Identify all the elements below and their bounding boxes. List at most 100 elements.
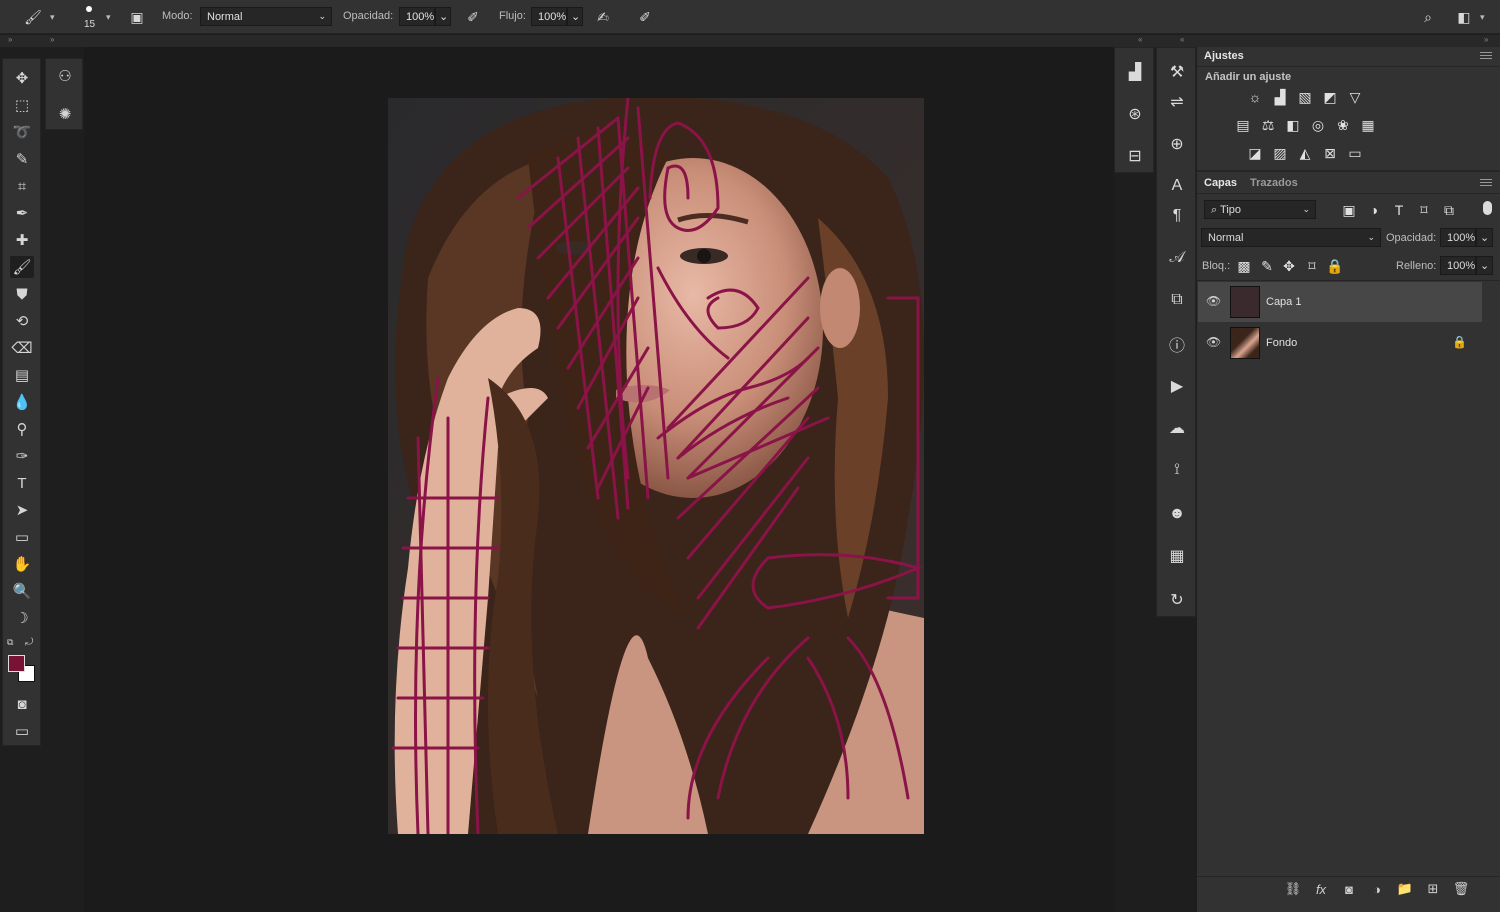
blur-tool-icon[interactable]: 💧 bbox=[10, 391, 34, 413]
channel-mixer-icon[interactable]: ❀ bbox=[1334, 117, 1352, 133]
mode-select[interactable]: Normal ⌄ bbox=[200, 7, 332, 26]
document-canvas[interactable] bbox=[388, 98, 924, 834]
timeline-icon[interactable]: ⟟ bbox=[1165, 458, 1189, 482]
navigator-icon[interactable]: ⊛ bbox=[1123, 102, 1147, 126]
chevron-down-icon[interactable]: ▾ bbox=[106, 12, 111, 23]
levels-icon[interactable]: ▟ bbox=[1271, 89, 1289, 105]
pen-tool-icon[interactable]: ✑ bbox=[10, 445, 34, 467]
hue-saturation-icon[interactable]: ▤ bbox=[1234, 117, 1252, 133]
move-tool-icon[interactable]: ✥ bbox=[10, 67, 34, 89]
pressure-size-icon[interactable]: ✐ bbox=[634, 6, 656, 28]
swap-colors-icon[interactable]: ⤾ bbox=[25, 637, 33, 648]
fill-dropdown[interactable]: ⌄ bbox=[1476, 256, 1493, 275]
swatches-icon[interactable]: ▦ bbox=[1165, 544, 1189, 568]
workspace-icon[interactable]: ◧ bbox=[1453, 6, 1475, 28]
filter-toggle-icon[interactable] bbox=[1483, 201, 1492, 215]
expand-icon[interactable]: » bbox=[50, 35, 54, 44]
black-white-icon[interactable]: ◧ bbox=[1284, 117, 1302, 133]
flow-input[interactable]: 100% bbox=[531, 7, 567, 26]
brush-dot-icon[interactable] bbox=[86, 6, 92, 12]
paragraph-icon[interactable]: ¶ bbox=[1165, 204, 1189, 228]
collapse-icon[interactable]: « bbox=[1138, 35, 1142, 44]
color-lookup-icon[interactable]: ▦ bbox=[1359, 117, 1377, 133]
type-tool-icon[interactable]: T bbox=[10, 472, 34, 494]
expand-icon[interactable]: » bbox=[1484, 35, 1488, 44]
add-mask-icon[interactable]: ◙ bbox=[1340, 880, 1358, 898]
foreground-color-swatch[interactable] bbox=[8, 655, 25, 672]
adjustments-tab[interactable]: Ajustes bbox=[1204, 50, 1244, 62]
search-icon[interactable]: ⌕ bbox=[1417, 6, 1439, 28]
layer-row-capa-1[interactable]: 👁 Capa 1 bbox=[1198, 282, 1482, 322]
fx-icon[interactable]: fx bbox=[1312, 880, 1330, 898]
visibility-eye-icon[interactable]: 👁 bbox=[1206, 294, 1221, 308]
dodge-tool-icon[interactable]: ⚲ bbox=[10, 418, 34, 440]
photo-filter-icon[interactable]: ◎ bbox=[1309, 117, 1327, 133]
color-balance-icon[interactable]: ⚖ bbox=[1259, 117, 1277, 133]
marquee-tool-icon[interactable]: ⬚ bbox=[10, 94, 34, 116]
chevron-down-icon[interactable]: ▾ bbox=[50, 12, 55, 23]
blend-icon[interactable]: ⚇ bbox=[53, 65, 77, 87]
layer-opacity-input[interactable]: 100% bbox=[1440, 228, 1476, 247]
brush-settings-icon[interactable]: ⇌ bbox=[1165, 90, 1189, 114]
link-layers-icon[interactable]: ⛓ bbox=[1284, 880, 1302, 898]
layer-name[interactable]: Capa 1 bbox=[1266, 296, 1301, 308]
layer-name[interactable]: Fondo bbox=[1266, 337, 1297, 349]
vibrance-icon[interactable]: ▽ bbox=[1346, 89, 1364, 105]
rectangle-tool-icon[interactable]: ▭ bbox=[10, 526, 34, 548]
panel-menu-icon[interactable] bbox=[1480, 179, 1492, 188]
quick-selection-tool-icon[interactable]: ✎ bbox=[10, 148, 34, 170]
puppet-warp-icon[interactable]: ✺ bbox=[53, 103, 77, 125]
panel-menu-icon[interactable] bbox=[1480, 52, 1492, 61]
filter-adjustment-icon[interactable]: ◑ bbox=[1365, 202, 1383, 218]
opacity-input[interactable]: 100% bbox=[399, 7, 435, 26]
airbrush-icon[interactable]: ✍ bbox=[592, 6, 614, 28]
quick-mask-icon[interactable]: ◙ bbox=[10, 693, 34, 715]
properties-icon[interactable]: ⊟ bbox=[1123, 144, 1147, 168]
new-layer-icon[interactable]: ⊞ bbox=[1424, 880, 1442, 898]
lock-position-icon[interactable]: ✥ bbox=[1280, 258, 1298, 274]
exposure-icon[interactable]: ◩ bbox=[1321, 89, 1339, 105]
blend-mode-select[interactable]: Normal ⌄ bbox=[1201, 228, 1381, 247]
histogram-icon[interactable]: ▟ bbox=[1123, 60, 1147, 84]
history-icon[interactable]: ↻ bbox=[1165, 588, 1189, 612]
libraries-icon[interactable]: ☁ bbox=[1165, 416, 1189, 440]
filter-shape-icon[interactable]: ⌑ bbox=[1415, 202, 1433, 218]
stamp-tool-icon[interactable]: ⛊ bbox=[10, 283, 34, 305]
healing-brush-tool-icon[interactable]: ✚ bbox=[10, 229, 34, 251]
layer-row-fondo[interactable]: 👁 Fondo 🔒 bbox=[1198, 323, 1482, 363]
character-icon[interactable]: A bbox=[1165, 174, 1189, 198]
eyedropper-tool-icon[interactable]: ✒ bbox=[10, 202, 34, 224]
new-adjustment-icon[interactable]: ◑ bbox=[1368, 880, 1386, 898]
filter-smart-object-icon[interactable]: ⧉ bbox=[1440, 202, 1458, 218]
invert-icon[interactable]: ◪ bbox=[1246, 145, 1264, 161]
curves-icon[interactable]: ▧ bbox=[1296, 89, 1314, 105]
brush-settings-icon[interactable]: ▣ bbox=[126, 6, 148, 28]
lock-all-icon[interactable]: 🔒 bbox=[1326, 258, 1344, 274]
visibility-eye-icon[interactable]: 👁 bbox=[1206, 335, 1221, 349]
banana-tool-icon[interactable]: ☽ bbox=[10, 607, 34, 629]
path-selection-tool-icon[interactable]: ➤ bbox=[10, 499, 34, 521]
trash-icon[interactable]: 🗑 bbox=[1452, 880, 1470, 898]
layer-filter-select[interactable]: ⌕ Tipo ⌄ bbox=[1204, 200, 1316, 219]
screen-mode-icon[interactable]: ▭ bbox=[10, 720, 34, 742]
styles-icon[interactable]: ⧉ bbox=[1165, 288, 1189, 312]
color-icon[interactable]: ☻ bbox=[1165, 502, 1189, 526]
new-group-icon[interactable]: 📁 bbox=[1396, 880, 1414, 898]
default-colors-icon[interactable]: ⧉ bbox=[7, 637, 13, 648]
opacity-dropdown[interactable]: ⌄ bbox=[435, 7, 451, 26]
filter-type-icon[interactable]: T bbox=[1390, 202, 1408, 218]
glyphs-icon[interactable]: 𝒜 bbox=[1165, 246, 1189, 270]
chevron-down-icon[interactable]: ▾ bbox=[1480, 12, 1485, 23]
history-brush-tool-icon[interactable]: ⟲ bbox=[10, 310, 34, 332]
brightness-icon[interactable]: ☼ bbox=[1246, 89, 1264, 105]
flow-dropdown[interactable]: ⌄ bbox=[567, 7, 583, 26]
gradient-map-icon[interactable]: ▭ bbox=[1346, 145, 1364, 161]
lock-pixels-icon[interactable]: ✎ bbox=[1258, 258, 1276, 274]
brush-presets-icon[interactable]: ⚒ bbox=[1165, 60, 1189, 84]
pressure-opacity-icon[interactable]: ✐ bbox=[462, 6, 484, 28]
clone-source-icon[interactable]: ⊕ bbox=[1165, 132, 1189, 156]
threshold-icon[interactable]: ◭ bbox=[1296, 145, 1314, 161]
info-icon[interactable]: ⓘ bbox=[1165, 332, 1189, 356]
hand-tool-icon[interactable]: ✋ bbox=[10, 553, 34, 575]
lock-artboard-icon[interactable]: ⌑ bbox=[1303, 258, 1321, 274]
